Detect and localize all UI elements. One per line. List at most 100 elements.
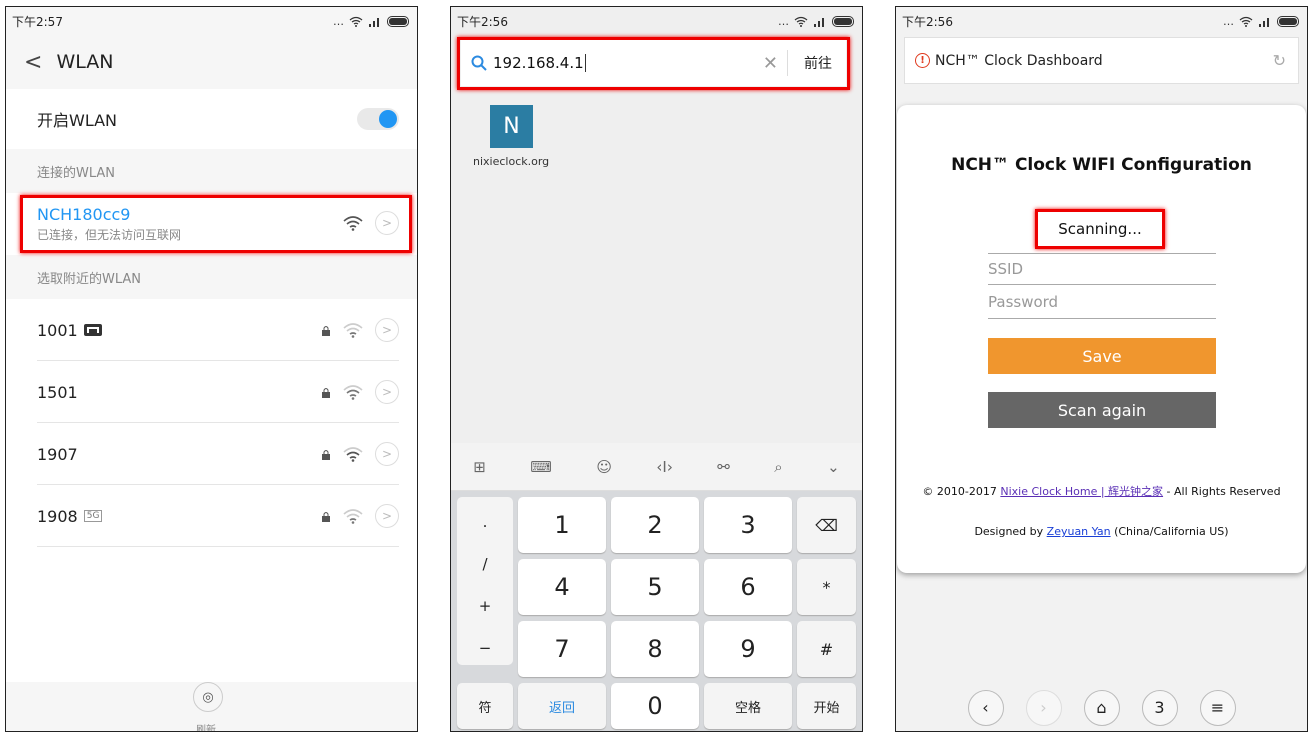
footer-link[interactable]: Nixie Clock Home | 辉光钟之家 bbox=[1000, 485, 1163, 498]
key-6[interactable]: 6 bbox=[704, 559, 792, 615]
designed-prefix: Designed by bbox=[974, 525, 1047, 538]
network-actions: > bbox=[321, 442, 399, 466]
chevron-down-icon[interactable]: ⌄ bbox=[827, 458, 840, 476]
footer-suffix: - All Rights Reserved bbox=[1163, 485, 1281, 498]
more-icon: … bbox=[333, 14, 344, 28]
footer-prefix: © 2010-2017 bbox=[922, 485, 1001, 498]
connected-section-header: 连接的WLAN bbox=[6, 149, 417, 193]
network-row[interactable]: 1001 > bbox=[6, 299, 417, 361]
signal-icon bbox=[814, 17, 824, 27]
status-icons: … bbox=[778, 15, 854, 28]
refresh-icon: ◎ bbox=[202, 689, 214, 705]
page-title: WLAN bbox=[56, 51, 114, 73]
backspace-icon: ⌫ bbox=[815, 515, 838, 535]
key-9[interactable]: 9 bbox=[704, 621, 792, 677]
save-button[interactable]: Save bbox=[988, 338, 1216, 374]
key-7[interactable]: 7 bbox=[518, 621, 606, 677]
key-star[interactable]: * bbox=[797, 559, 856, 615]
key-slash[interactable]: / bbox=[457, 555, 513, 573]
menu-icon: ≡ bbox=[1210, 698, 1225, 717]
key-hash[interactable]: # bbox=[797, 621, 856, 677]
link-icon[interactable]: ⚯ bbox=[717, 458, 730, 476]
wifi-status-icon bbox=[1239, 16, 1253, 27]
toggle-knob bbox=[379, 110, 397, 128]
network-ssid: 1501 bbox=[37, 382, 78, 402]
reload-icon[interactable]: ↻ bbox=[1273, 51, 1286, 70]
network-row[interactable]: 1908 5G > bbox=[6, 485, 417, 547]
warning-icon: ! bbox=[915, 53, 930, 68]
wifi-strength-icon bbox=[343, 385, 363, 400]
wifi-strength-icon bbox=[343, 447, 363, 462]
key-minus[interactable]: − bbox=[457, 639, 513, 657]
wlan-toggle-row[interactable]: 开启WLAN bbox=[6, 89, 417, 149]
cursor-icon[interactable]: ‹I› bbox=[656, 458, 672, 476]
network-detail-button[interactable]: > bbox=[375, 380, 399, 404]
key-dot[interactable]: . bbox=[457, 513, 513, 531]
keyboard-icon[interactable]: ⌨ bbox=[530, 458, 552, 476]
network-row[interactable]: 1907 > bbox=[6, 423, 417, 485]
status-icons: … bbox=[1223, 15, 1299, 28]
lock-icon bbox=[322, 387, 330, 398]
battery-icon bbox=[387, 15, 409, 27]
forward-button[interactable]: › bbox=[1025, 689, 1062, 726]
nearby-section-header: 选取附近的WLAN bbox=[6, 255, 417, 299]
key-3[interactable]: 3 bbox=[704, 497, 792, 553]
status-time: 下午2:57 bbox=[12, 14, 63, 29]
symbol-key[interactable]: 符 bbox=[457, 683, 513, 729]
lock-icon bbox=[322, 511, 330, 522]
wifi-strength-icon bbox=[343, 509, 363, 524]
refresh-label: 刷新 bbox=[196, 725, 216, 732]
emoji-icon[interactable]: ☺ bbox=[596, 458, 612, 476]
numeric-keyboard: . / + − 1 2 3 ⌫ 4 5 6 * 7 8 9 # 符 返回 0 空… bbox=[451, 491, 862, 731]
key-5[interactable]: 5 bbox=[611, 559, 699, 615]
highlight-box bbox=[20, 195, 412, 253]
refresh-button[interactable]: ◎ bbox=[193, 682, 223, 712]
signal-icon bbox=[369, 17, 379, 27]
copyright-footer: © 2010-2017 Nixie Clock Home | 辉光钟之家 - A… bbox=[897, 483, 1306, 499]
status-time: 下午2:56 bbox=[902, 14, 953, 29]
key-2[interactable]: 2 bbox=[611, 497, 699, 553]
menu-button[interactable]: ≡ bbox=[1199, 689, 1236, 726]
browser-address-bar[interactable]: ! NCH™ Clock Dashboard ↻ bbox=[904, 37, 1299, 84]
network-row[interactable]: 1501 > bbox=[6, 361, 417, 423]
key-0[interactable]: 0 bbox=[611, 683, 699, 729]
highlight-box bbox=[1035, 209, 1165, 249]
network-detail-button[interactable]: > bbox=[375, 318, 399, 342]
battery-icon bbox=[1277, 15, 1299, 27]
key-8[interactable]: 8 bbox=[611, 621, 699, 677]
status-icons: … bbox=[333, 15, 409, 28]
wifi-status-icon bbox=[349, 16, 363, 27]
start-key[interactable]: 开始 bbox=[797, 683, 856, 729]
network-ssid: 1907 bbox=[37, 444, 78, 464]
password-input[interactable]: Password bbox=[988, 287, 1216, 319]
space-key[interactable]: 空格 bbox=[704, 683, 792, 729]
back-icon[interactable]: < bbox=[24, 50, 42, 75]
key-4[interactable]: 4 bbox=[518, 559, 606, 615]
search-icon[interactable]: ⌕ bbox=[774, 458, 782, 476]
key-plus[interactable]: + bbox=[457, 597, 513, 615]
back-button[interactable]: ‹ bbox=[967, 689, 1004, 726]
designer-link[interactable]: Zeyuan Yan bbox=[1047, 525, 1111, 538]
back-key[interactable]: 返回 bbox=[518, 683, 606, 729]
designed-suffix: (China/California US) bbox=[1110, 525, 1229, 538]
home-button[interactable]: ⌂ bbox=[1083, 689, 1120, 726]
lock-icon bbox=[322, 449, 330, 460]
status-bar: 下午2:56 … bbox=[451, 7, 862, 35]
ssid-input[interactable]: SSID bbox=[988, 253, 1216, 285]
backspace-key[interactable]: ⌫ bbox=[797, 497, 856, 553]
keyboard-toolbar: ⊞ ⌨ ☺ ‹I› ⚯ ⌕ ⌄ bbox=[451, 443, 862, 491]
symbol-column: . / + − bbox=[457, 497, 513, 665]
shortcut-tile[interactable]: N bbox=[490, 105, 533, 148]
network-list: 1001 > 1501 > 1907 > 1908 5G > bbox=[6, 299, 417, 682]
key-1[interactable]: 1 bbox=[518, 497, 606, 553]
tabs-button[interactable]: 3 bbox=[1141, 689, 1178, 726]
network-detail-button[interactable]: > bbox=[375, 504, 399, 528]
highlight-box bbox=[457, 37, 850, 90]
5g-badge: 5G bbox=[83, 510, 103, 522]
scan-again-button[interactable]: Scan again bbox=[988, 392, 1216, 428]
grid-icon[interactable]: ⊞ bbox=[473, 458, 486, 476]
network-detail-button[interactable]: > bbox=[375, 442, 399, 466]
row-divider bbox=[37, 546, 399, 547]
designer-credit: Designed by Zeyuan Yan (China/California… bbox=[897, 525, 1306, 538]
wlan-toggle-switch[interactable] bbox=[357, 108, 399, 130]
